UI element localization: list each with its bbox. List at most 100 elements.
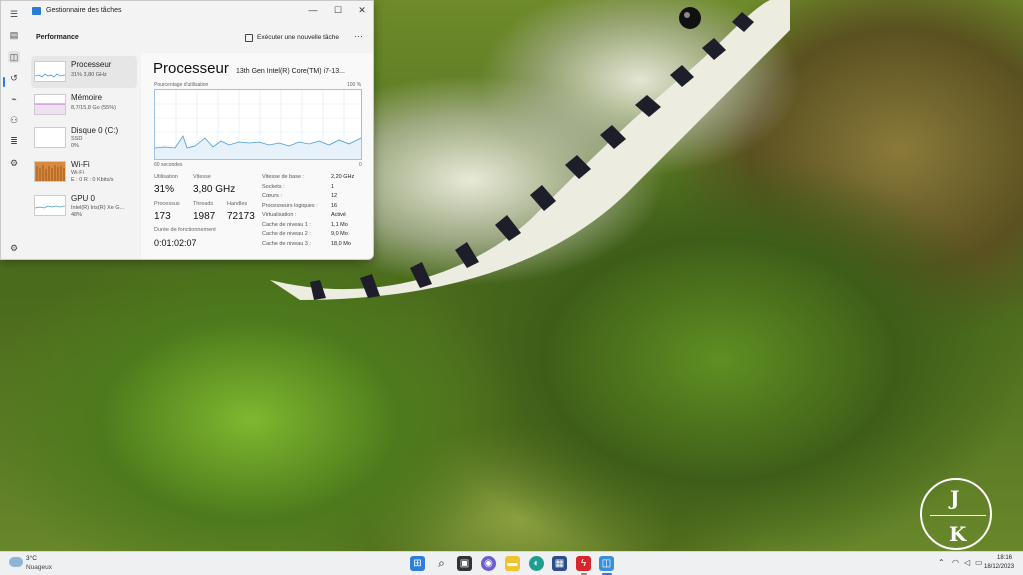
edge-browser-icon[interactable]: ◐ <box>529 556 544 571</box>
processes-label: Processus <box>154 201 180 207</box>
processes-value: 173 <box>154 211 171 222</box>
logo-arrow <box>930 515 986 516</box>
search-icon[interactable]: ⌕ <box>434 556 449 571</box>
window-title: Gestionnaire des tâches <box>46 7 122 14</box>
resource-name: Disque 0 (C:) <box>71 126 119 135</box>
spec-value: 18,0 Mo <box>331 241 351 247</box>
spec-value: 1,1 Mo <box>331 222 348 228</box>
minimize-button[interactable]: — <box>305 3 321 17</box>
resource-detail: 0% <box>71 143 79 149</box>
battery-icon[interactable]: ▭ <box>975 558 983 567</box>
wifi-icon[interactable]: ◠ <box>952 558 959 567</box>
spec-key: Cache de niveau 1 : <box>262 222 311 228</box>
utilisation-label: Utilisation <box>154 174 178 180</box>
resource-detail: Intel(R) Iris(R) Xe G... <box>71 205 125 211</box>
spec-key: Cache de niveau 3 : <box>262 241 311 247</box>
chat-icon[interactable]: ◉ <box>481 556 496 571</box>
task-manager-window: Gestionnaire des tâches — ☐ ✕ ☰ ▤ ◫ ↺ ⌁ … <box>0 0 374 260</box>
speed-value: 3,80 GHz <box>193 184 236 195</box>
clock-date[interactable]: 18/12/2023 <box>984 564 1014 570</box>
graph-time-label: 60 secondes <box>154 162 183 168</box>
task-manager-icon <box>32 7 41 15</box>
resource-detail: 31% 3,80 GHz <box>71 72 107 78</box>
cpu-panel-title: Processeur <box>153 60 229 77</box>
hamburger-menu-icon[interactable]: ☰ <box>8 8 20 20</box>
resource-detail: SSD <box>71 136 83 142</box>
spec-value: 1 <box>331 184 335 190</box>
users-icon[interactable]: ⚇ <box>8 114 20 126</box>
graph-y-label: Pourcentage d'utilisation <box>154 82 209 88</box>
app-history-icon[interactable]: ↺ <box>8 72 20 84</box>
resource-name: Mémoire <box>71 93 103 102</box>
run-new-task-button[interactable]: Exécuter une nouvelle tâche <box>245 31 339 45</box>
close-button[interactable]: ✕ <box>354 3 370 17</box>
spec-value: 16 <box>331 203 338 209</box>
startup-apps-icon[interactable]: ⌁ <box>8 93 20 105</box>
weather-cloud-icon[interactable] <box>9 557 23 567</box>
spec-key: Cache de niveau 2 : <box>262 231 311 237</box>
gpu-thumbnail-graph <box>34 195 66 216</box>
run-task-icon <box>245 34 253 42</box>
speaker-icon[interactable]: ◁ <box>964 558 970 567</box>
resource-name: Wi-Fi <box>71 160 90 169</box>
cpu-usage-graph <box>154 89 362 160</box>
run-new-task-label: Exécuter une nouvelle tâche <box>257 34 340 41</box>
resource-name: Processeur <box>71 60 112 69</box>
resource-item-cpu[interactable]: Processeur 31% 3,80 GHz <box>31 56 137 88</box>
memory-thumbnail-graph <box>34 94 66 115</box>
resource-detail: Wi-Fi <box>71 170 84 176</box>
uptime-label: Durée de fonctionnement <box>154 227 216 233</box>
title-bar[interactable]: Gestionnaire des tâches — ☐ ✕ <box>1 1 373 21</box>
spec-key: Virtualisation : <box>262 212 297 218</box>
speed-label: Vitesse <box>193 174 211 180</box>
chevron-up-icon[interactable]: ⌃ <box>938 558 945 567</box>
page-header: Performance Exécuter une nouvelle tâche … <box>27 28 373 48</box>
cpu-thumbnail-graph <box>34 61 66 82</box>
cpu-detail-panel: Processeur 13th Gen Intel(R) Core(TM) i7… <box>141 53 373 259</box>
graph-min-label: 0 <box>359 162 362 168</box>
spec-value: 2,20 GHz <box>331 174 355 180</box>
spec-value: 12 <box>331 193 338 199</box>
spec-key: Processeurs logiques : <box>262 203 318 209</box>
cpu-model-name: 13th Gen Intel(R) Core(TM) i7-13... <box>236 68 345 75</box>
weather-temperature[interactable]: 3°C <box>26 555 37 562</box>
resource-name: GPU 0 <box>71 194 96 203</box>
more-options-icon[interactable]: ··· <box>354 31 363 41</box>
task-manager-taskbar-icon[interactable]: ◫ <box>599 556 614 571</box>
weather-description[interactable]: Nuageux <box>26 564 52 571</box>
graph-max-label: 100 % <box>347 82 362 88</box>
clock-time[interactable]: 18:16 <box>997 555 1012 561</box>
handles-value: 72173 <box>227 211 255 222</box>
details-icon[interactable]: ≣ <box>8 135 20 147</box>
page-title: Performance <box>36 34 79 41</box>
nav-selected-indicator <box>3 77 5 87</box>
services-icon[interactable]: ⚙ <box>8 157 20 169</box>
taskbar: 3°C Nuageux ⊞ ⌕ ▣ ◉ ▬ ◐ ▦ ϟ ◫ ⌃ ◠ ◁ ▭ 18… <box>0 551 1023 575</box>
wifi-thumbnail-graph <box>34 161 66 182</box>
threads-label: Threads <box>193 201 214 207</box>
spec-key: Sockets : <box>262 184 285 190</box>
spec-value: 9,0 Mo <box>331 231 348 237</box>
resource-list: Processeur 31% 3,80 GHz Mémoire 8,7/15,8… <box>27 53 139 259</box>
processes-icon[interactable]: ▤ <box>8 29 20 41</box>
spec-value: Activé <box>331 212 346 218</box>
performance-icon[interactable]: ◫ <box>8 51 20 63</box>
resource-item-gpu[interactable]: GPU 0 Intel(R) Iris(R) Xe G... 48% <box>31 190 137 222</box>
resource-detail: 48% <box>71 212 83 218</box>
disk-thumbnail-graph <box>34 127 66 148</box>
task-view-icon[interactable]: ▣ <box>457 556 472 571</box>
settings-gear-icon[interactable]: ⚙ <box>8 242 20 254</box>
logo-letter-bottom: K <box>949 522 967 546</box>
resource-detail: E : 0 R : 0 Kbits/s <box>71 177 114 183</box>
app-bolt-icon[interactable]: ϟ <box>576 556 591 571</box>
maximize-button[interactable]: ☐ <box>330 3 346 17</box>
spec-key: Vitesse de base : <box>262 174 305 180</box>
start-windows-icon[interactable]: ⊞ <box>410 556 425 571</box>
resource-detail: 8,7/15,8 Go (55%) <box>71 105 116 111</box>
threads-value: 1987 <box>193 211 216 222</box>
file-explorer-icon[interactable]: ▬ <box>505 556 520 571</box>
resource-item-wifi[interactable]: Wi-Fi Wi-Fi E : 0 R : 0 Kbits/s <box>31 156 137 188</box>
resource-item-disk[interactable]: Disque 0 (C:) SSD 0% <box>31 122 137 154</box>
resource-item-memory[interactable]: Mémoire 8,7/15,8 Go (55%) <box>31 89 137 121</box>
store-icon[interactable]: ▦ <box>552 556 567 571</box>
